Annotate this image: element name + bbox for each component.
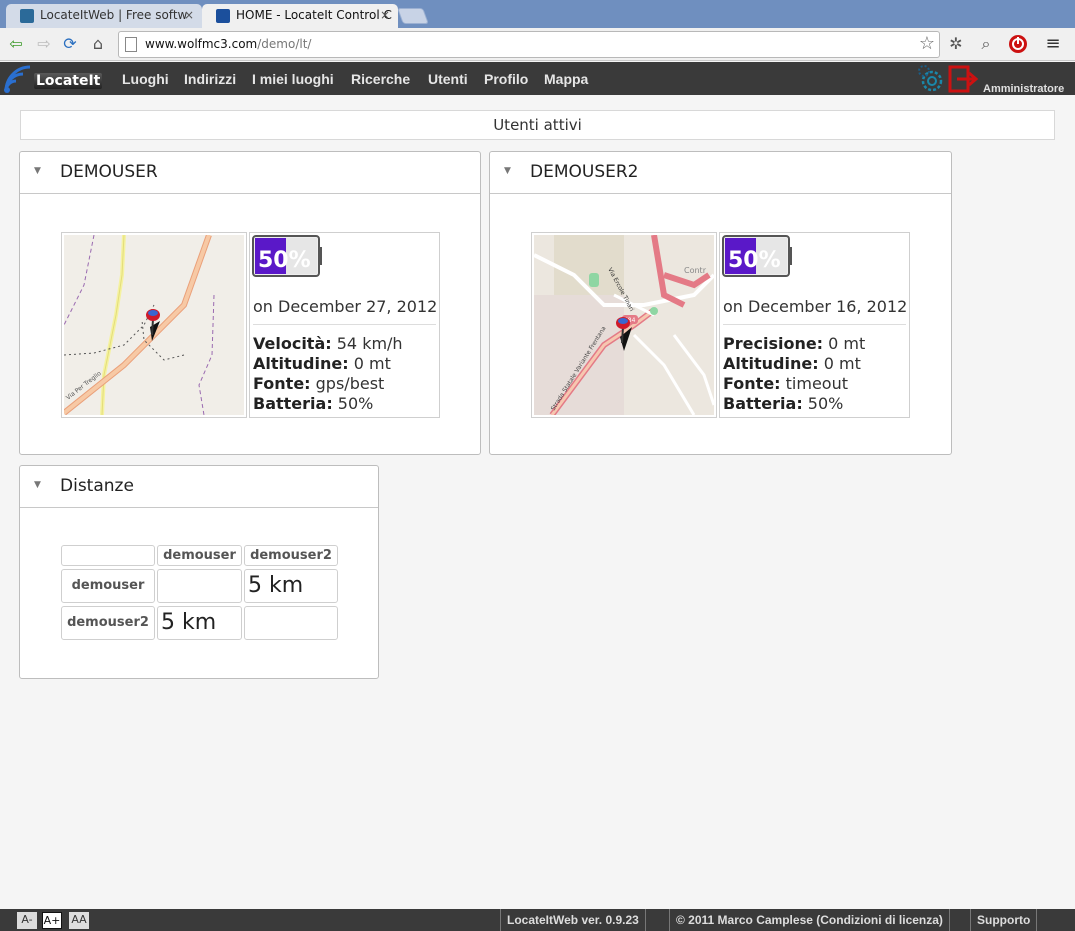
detail-fonte: Fonte: timeout bbox=[723, 374, 848, 393]
battery-indicator: 50% bbox=[252, 235, 322, 277]
user-info-box: 50% on December 16, 2012 Precisione: 0 m… bbox=[719, 232, 910, 418]
user-map-thumbnail[interactable]: Via Ercole Tinari Contr S84 Strada Stata… bbox=[531, 232, 717, 418]
home-icon[interactable]: ⌂ bbox=[88, 34, 108, 54]
map-image: Via Ercole Tinari Contr S84 Strada Stata… bbox=[533, 234, 716, 417]
extension-power-icon[interactable] bbox=[1008, 34, 1028, 54]
detail-altitudine: Altitudine: 0 mt bbox=[253, 354, 391, 373]
panel-header[interactable]: ▼ DEMOUSER2 bbox=[490, 152, 951, 194]
distance-cell: 5 km bbox=[244, 569, 338, 603]
font-reset-button[interactable]: AA bbox=[69, 912, 89, 929]
user-name: DEMOUSER2 bbox=[530, 162, 639, 182]
font-decrease-button[interactable]: A- bbox=[17, 912, 37, 929]
last-seen-date: on December 27, 2012 bbox=[253, 297, 438, 316]
extension-bug-icon[interactable]: ✲ bbox=[946, 34, 966, 54]
back-icon[interactable]: ⇦ bbox=[6, 34, 26, 54]
detail-batteria: Batteria: 50% bbox=[253, 394, 374, 413]
last-seen-date: on December 16, 2012 bbox=[723, 297, 908, 316]
new-tab-button[interactable] bbox=[397, 8, 429, 24]
footer-copyright-link[interactable]: © 2011 Marco Camplese (Condizioni di lic… bbox=[669, 909, 950, 931]
logo-text: LocateIt bbox=[34, 73, 103, 89]
app-navbar: LocateIt Luoghi Indirizzi I miei luoghi … bbox=[0, 62, 1075, 95]
panel-title: Distanze bbox=[60, 476, 134, 496]
nav-ricerche[interactable]: Ricerche bbox=[351, 71, 410, 87]
column-header: demouser bbox=[157, 545, 242, 566]
user-panel-demouser: ▼ DEMOUSER Via Per Treglio 50% on Decemb… bbox=[19, 151, 481, 455]
distance-cell bbox=[244, 606, 338, 640]
locateit-favicon-icon bbox=[216, 9, 230, 23]
address-bar[interactable]: www.wolfmc3.com/demo/lt/ ☆ bbox=[118, 31, 940, 58]
page-title: Utenti attivi bbox=[20, 110, 1055, 140]
distance-cell: 5 km bbox=[157, 606, 242, 640]
panel-header[interactable]: ▼ Distanze bbox=[20, 466, 378, 508]
browser-tab-home[interactable]: HOME - LocateIt Control C × bbox=[202, 4, 398, 28]
page-icon bbox=[125, 37, 137, 52]
collapse-triangle-icon[interactable]: ▼ bbox=[34, 166, 41, 176]
settings-gear-icon[interactable] bbox=[918, 65, 943, 92]
signal-waves-icon bbox=[4, 65, 31, 93]
distance-cell bbox=[157, 569, 242, 603]
table-corner-cell bbox=[61, 545, 155, 566]
collapse-triangle-icon[interactable]: ▼ bbox=[34, 480, 41, 490]
battery-percent-label: 50% bbox=[258, 248, 311, 273]
nav-indirizzi[interactable]: Indirizzi bbox=[184, 71, 236, 87]
nav-utenti[interactable]: Utenti bbox=[428, 71, 468, 87]
nav-i-miei-luoghi[interactable]: I miei luoghi bbox=[252, 71, 334, 87]
row-header: demouser2 bbox=[61, 606, 155, 640]
page-footer: A- A+ AA LocateItWeb ver. 0.9.23 © 2011 … bbox=[0, 909, 1075, 931]
sourceforge-favicon-icon bbox=[20, 9, 34, 23]
bookmark-star-icon[interactable]: ☆ bbox=[919, 33, 935, 54]
panel-header[interactable]: ▼ DEMOUSER bbox=[20, 152, 480, 194]
url-path: /demo/lt/ bbox=[257, 37, 312, 51]
distances-panel: ▼ Distanze demouser demouser2 demouser 5… bbox=[19, 465, 379, 679]
column-header: demouser2 bbox=[244, 545, 338, 566]
user-info-box: 50% on December 27, 2012 Velocità: 54 km… bbox=[249, 232, 440, 418]
detail-velocita: Velocità: 54 km/h bbox=[253, 334, 403, 353]
tab-close-icon[interactable]: × bbox=[184, 8, 194, 22]
row-header: demouser bbox=[61, 569, 155, 603]
nav-profilo[interactable]: Profilo bbox=[484, 71, 528, 87]
menu-icon[interactable]: ≡ bbox=[1043, 34, 1063, 54]
extension-zoom-icon[interactable]: ⌕ bbox=[976, 34, 996, 54]
browser-tab-locateitweb[interactable]: LocateItWeb | Free softw × bbox=[6, 4, 202, 28]
battery-percent-label: 50% bbox=[728, 248, 781, 273]
user-map-thumbnail[interactable]: Via Per Treglio bbox=[61, 232, 247, 418]
logout-exit-icon[interactable] bbox=[948, 65, 979, 93]
user-panel-demouser2: ▼ DEMOUSER2 Via Ercole Tinari Contr S84 … bbox=[489, 151, 952, 455]
reload-icon[interactable]: ⟳ bbox=[60, 34, 80, 54]
map-label-contr: Contr bbox=[684, 266, 707, 275]
detail-altitudine: Altitudine: 0 mt bbox=[723, 354, 861, 373]
footer-support-link[interactable]: Supporto bbox=[970, 909, 1038, 931]
detail-precisione: Precisione: 0 mt bbox=[723, 334, 866, 353]
font-increase-button[interactable]: A+ bbox=[42, 912, 62, 929]
tab-title: HOME - LocateIt Control C bbox=[236, 8, 392, 22]
footer-version: LocateItWeb ver. 0.9.23 bbox=[500, 909, 646, 931]
forward-icon[interactable]: ⇨ bbox=[34, 34, 54, 54]
tab-title: LocateItWeb | Free softw bbox=[40, 8, 188, 22]
nav-luoghi[interactable]: Luoghi bbox=[122, 71, 169, 87]
locateit-logo[interactable]: LocateIt bbox=[4, 65, 104, 93]
url-host: www.wolfmc3.com bbox=[145, 37, 258, 51]
admin-icons bbox=[915, 64, 985, 94]
collapse-triangle-icon[interactable]: ▼ bbox=[504, 166, 511, 176]
user-name: DEMOUSER bbox=[60, 162, 158, 182]
admin-label[interactable]: Amministratore bbox=[983, 83, 1064, 95]
detail-batteria: Batteria: 50% bbox=[723, 394, 844, 413]
detail-fonte: Fonte: gps/best bbox=[253, 374, 385, 393]
browser-tab-strip: LocateItWeb | Free softw × HOME - Locate… bbox=[0, 0, 1075, 28]
address-url: www.wolfmc3.com/demo/lt/ bbox=[145, 37, 311, 51]
divider bbox=[253, 324, 436, 325]
tab-close-icon[interactable]: × bbox=[380, 8, 390, 22]
map-image: Via Per Treglio bbox=[62, 233, 244, 416]
browser-toolbar: ⇦ ⇨ ⟳ ⌂ www.wolfmc3.com/demo/lt/ ☆ ✲ ⌕ ≡ bbox=[0, 28, 1075, 61]
battery-indicator: 50% bbox=[722, 235, 792, 277]
divider bbox=[723, 324, 906, 325]
nav-mappa[interactable]: Mappa bbox=[544, 71, 588, 87]
